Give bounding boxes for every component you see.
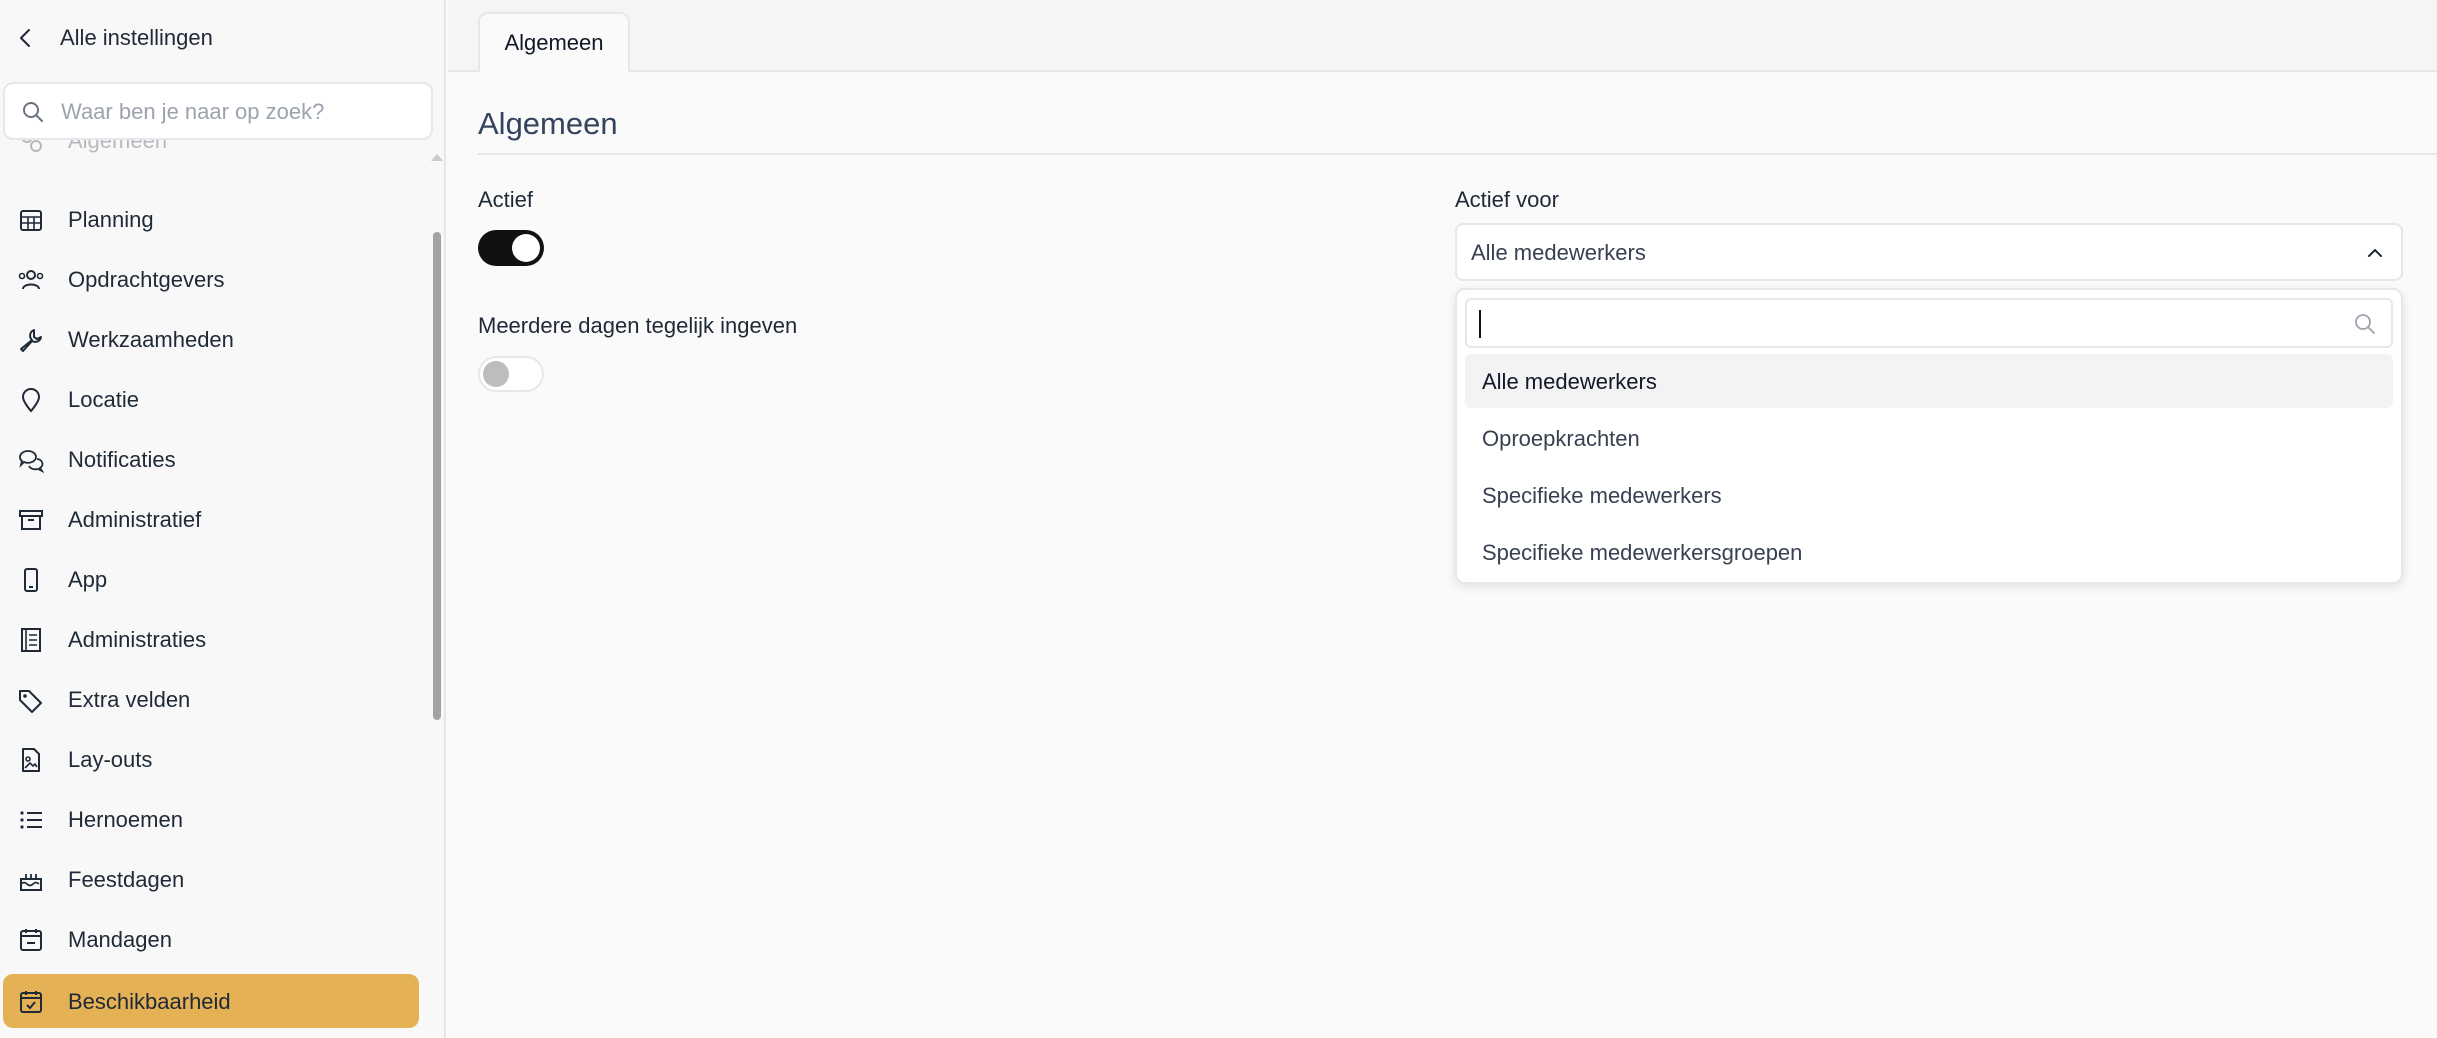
sidebar-item-beschikbaarheid[interactable]: Beschikbaarheid — [3, 974, 419, 1028]
search-icon — [21, 100, 45, 124]
main-content: Algemeen Algemeen Actief Meerdere dagen … — [448, 0, 2437, 1038]
sidebar-item-hernoemen[interactable]: Hernoemen — [3, 792, 419, 846]
section-title: Algemeen — [478, 106, 618, 141]
sidebar-item-label: Notificaties — [68, 447, 176, 472]
sidebar-item-label: Algemeen — [68, 140, 168, 153]
sidebar-item-werkzaamheden[interactable]: Werkzaamheden — [3, 312, 419, 366]
sidebar-item-mandagen[interactable]: Mandagen — [3, 912, 419, 966]
tab-algemeen[interactable]: Algemeen — [478, 12, 630, 72]
option-label: Specifieke medewerkersgroepen — [1482, 540, 1803, 565]
chat-bubbles-icon — [18, 447, 44, 473]
calendar-grid-icon — [18, 207, 44, 233]
scroll-up-arrow[interactable] — [431, 154, 443, 161]
back-to-all-settings[interactable]: Alle instellingen — [0, 14, 444, 62]
sidebar-item-label: App — [68, 567, 108, 592]
sidebar-item-app[interactable]: App — [3, 552, 419, 606]
text-cursor — [1479, 310, 1481, 338]
sidebar-item-label: Administraties — [68, 627, 207, 652]
chevron-up-icon — [2363, 241, 2387, 265]
actief-toggle[interactable] — [478, 230, 544, 266]
gears-icon — [18, 140, 44, 154]
sidebar-item-opdrachtgevers[interactable]: Opdrachtgevers — [3, 252, 419, 306]
calendar-check-icon — [18, 989, 44, 1015]
tags-icon — [18, 687, 44, 713]
sidebar-item-label: Beschikbaarheid — [68, 989, 231, 1014]
sidebar-item-label: Werkzaamheden — [68, 327, 234, 352]
chevron-left-icon — [14, 26, 38, 50]
actief-voor-label: Actief voor — [1455, 187, 1559, 212]
sidebar-item-lay-outs[interactable]: Lay-outs — [3, 732, 419, 786]
sidebar-item-extra-velden[interactable]: Extra velden — [3, 672, 419, 726]
toggle-knob — [512, 234, 540, 262]
settings-nav-list: Algemeen Planning Opdrachtgevers Werkzaa… — [0, 140, 430, 1038]
sidebar-item-administraties[interactable]: Administraties — [3, 612, 419, 666]
actief-voor-select[interactable]: Alle medewerkers — [1455, 223, 2403, 281]
settings-search-input[interactable]: Waar ben je naar op zoek? — [3, 82, 433, 140]
section-divider — [478, 153, 2437, 155]
sidebar-item-feestdagen[interactable]: Feestdagen — [3, 852, 419, 906]
sidebar-item-label: Mandagen — [68, 927, 172, 952]
search-placeholder: Waar ben je naar op zoek? — [61, 99, 325, 124]
sidebar-item-algemeen[interactable]: Algemeen — [3, 140, 419, 167]
option-specifieke-medewerkers[interactable]: Specifieke medewerkers — [1465, 468, 2393, 522]
users-icon — [18, 267, 44, 293]
sidebar-scrollbar[interactable] — [433, 232, 441, 720]
toggle-knob — [483, 361, 509, 387]
settings-sidebar: Alle instellingen Waar ben je naar op zo… — [0, 0, 446, 1038]
dropdown-search-input[interactable] — [1465, 298, 2393, 348]
sidebar-item-locatie[interactable]: Locatie — [3, 372, 419, 426]
sidebar-item-label: Extra velden — [68, 687, 191, 712]
sidebar-item-label: Locatie — [68, 387, 139, 412]
cake-icon — [18, 867, 44, 893]
selected-value: Alle medewerkers — [1471, 240, 1646, 265]
sidebar-item-label: Hernoemen — [68, 807, 183, 832]
sidebar-item-label: Planning — [68, 207, 154, 232]
option-alle-medewerkers[interactable]: Alle medewerkers — [1465, 354, 2393, 408]
file-image-icon — [18, 747, 44, 773]
actief-label: Actief — [478, 187, 534, 212]
actief-voor-dropdown: Alle medewerkers Oproepkrachten Specifie… — [1455, 288, 2403, 584]
search-icon — [2353, 312, 2377, 336]
sidebar-item-label: Lay-outs — [68, 747, 153, 772]
sidebar-item-label: Feestdagen — [68, 867, 185, 892]
list-icon — [18, 807, 44, 833]
meerdere-dagen-label: Meerdere dagen tegelijk ingeven — [478, 313, 798, 338]
option-specifieke-medewerkersgroepen[interactable]: Specifieke medewerkersgroepen — [1465, 525, 2393, 579]
option-label: Alle medewerkers — [1482, 369, 1657, 394]
sidebar-item-administratief[interactable]: Administratief — [3, 492, 419, 546]
smartphone-icon — [18, 567, 44, 593]
sidebar-item-notificaties[interactable]: Notificaties — [3, 432, 419, 486]
wrench-icon — [18, 327, 44, 353]
meerdere-dagen-toggle[interactable] — [478, 356, 544, 392]
sidebar-item-label: Opdrachtgevers — [68, 267, 225, 292]
map-pin-icon — [18, 387, 44, 413]
sidebar-item-planning[interactable]: Planning — [3, 192, 419, 246]
option-label: Oproepkrachten — [1482, 426, 1640, 451]
option-oproepkrachten[interactable]: Oproepkrachten — [1465, 411, 2393, 465]
calendar-minus-icon — [18, 927, 44, 953]
archive-icon — [18, 507, 44, 533]
tab-bar: Algemeen — [448, 0, 2437, 72]
sidebar-item-label: Administratief — [68, 507, 202, 532]
option-label: Specifieke medewerkers — [1482, 483, 1722, 508]
ledger-icon — [18, 627, 44, 653]
back-label: Alle instellingen — [60, 25, 213, 50]
